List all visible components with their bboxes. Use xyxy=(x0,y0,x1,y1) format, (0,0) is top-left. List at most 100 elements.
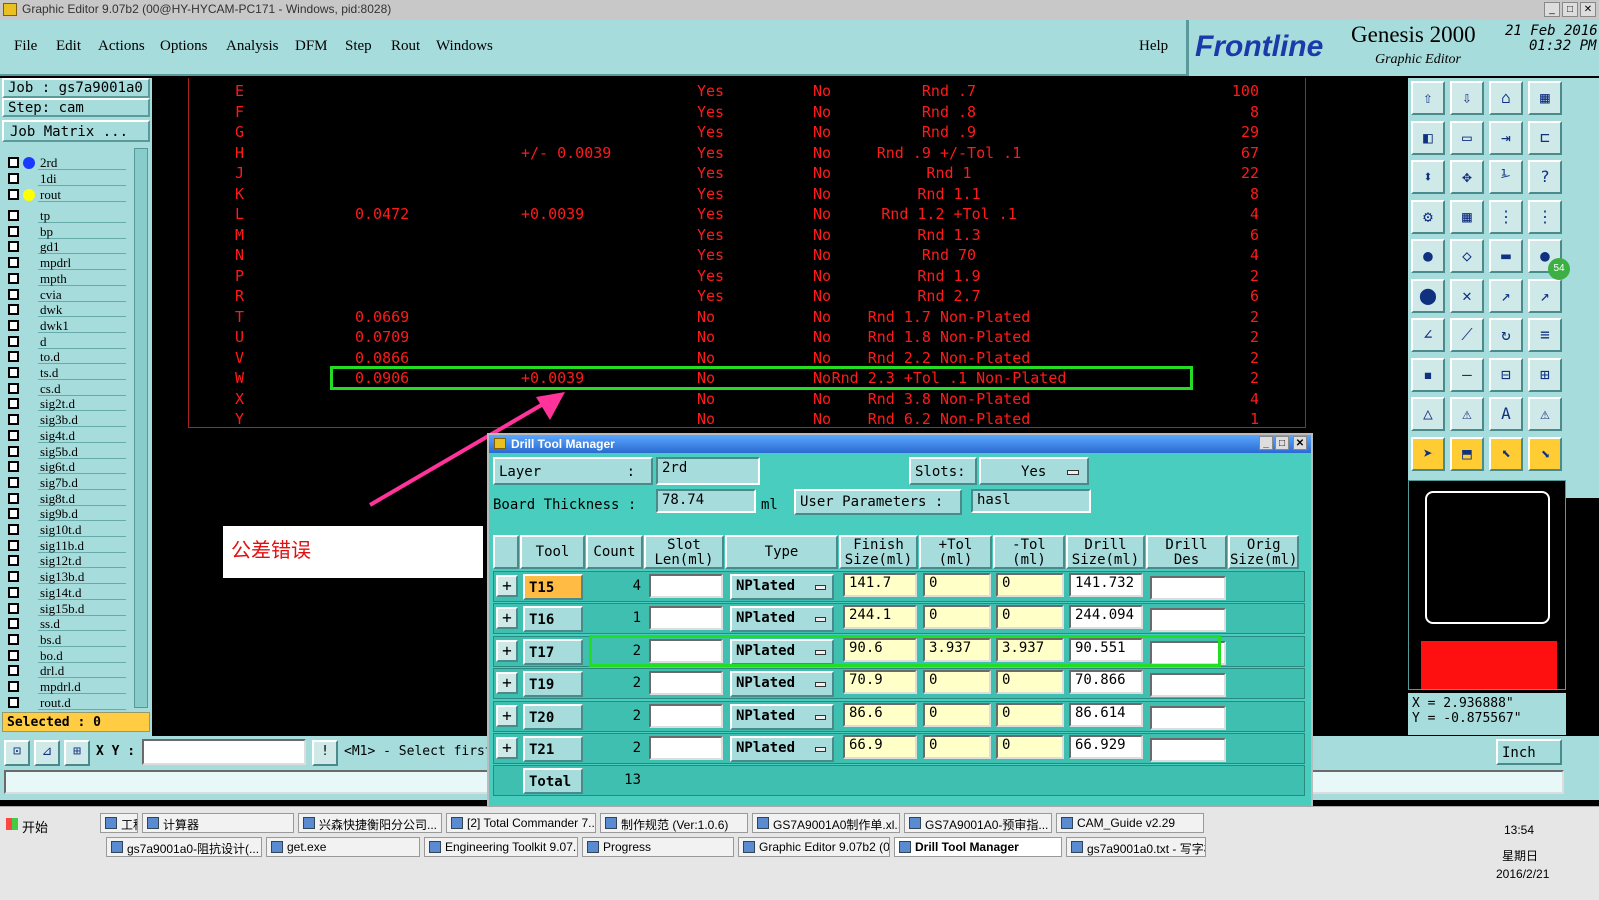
settings-icon[interactable]: ⚙ xyxy=(1411,199,1445,234)
layer-checkbox[interactable] xyxy=(8,633,19,645)
slot-len-input[interactable] xyxy=(649,703,723,728)
layer-checkbox[interactable] xyxy=(8,681,19,692)
taskbar-item[interactable]: [2] Total Commander 7.... xyxy=(446,813,596,833)
layer-row[interactable]: to.d xyxy=(6,349,126,365)
layer-checkbox[interactable] xyxy=(8,461,19,473)
taskbar-item[interactable]: 工程系统 版本: 1.1... xyxy=(100,813,138,833)
slots-select[interactable]: Yes xyxy=(979,457,1089,485)
layer-checkbox[interactable] xyxy=(8,351,19,363)
layer-row[interactable]: ts.d xyxy=(6,365,126,380)
route-icon[interactable]: ↗ xyxy=(1489,278,1523,313)
layer-compare-icon[interactable]: ⋮ xyxy=(1489,199,1523,234)
maximize-button[interactable]: □ xyxy=(1562,2,1578,17)
zoom-fit-icon[interactable]: ⊡ xyxy=(4,740,30,766)
menu-windows[interactable]: Windows xyxy=(436,38,493,55)
job-matrix-button[interactable]: Job Matrix ... xyxy=(2,120,150,142)
text-icon[interactable]: A xyxy=(1489,397,1523,431)
layer-row[interactable]: sig13b.d xyxy=(6,569,126,585)
layer-row[interactable]: sig6t.d xyxy=(6,459,126,475)
drc-icon[interactable]: ⚠ xyxy=(1450,397,1484,431)
menu-edit[interactable]: Edit xyxy=(56,38,81,55)
rotate-icon[interactable]: ↻ xyxy=(1489,318,1523,352)
layer-checkbox[interactable] xyxy=(8,335,19,347)
minimize-button[interactable]: _ xyxy=(1544,2,1560,17)
expand-row-button[interactable]: + xyxy=(496,639,518,662)
layer-checkbox[interactable] xyxy=(8,602,19,614)
board-thickness-input[interactable]: 78.74 xyxy=(656,489,756,513)
layer-row[interactable]: sig10t.d xyxy=(6,522,126,537)
layer-row[interactable]: dwk xyxy=(6,302,126,318)
slot-len-input[interactable] xyxy=(649,736,723,760)
type-select[interactable]: NPlated xyxy=(730,606,834,633)
layer-checkbox[interactable] xyxy=(8,304,19,316)
array-icon[interactable]: ⊞ xyxy=(1528,357,1562,392)
move-down-icon[interactable]: ⇩ xyxy=(1450,81,1484,115)
tool-name[interactable]: T19 xyxy=(523,671,583,698)
layer-row[interactable]: ss.d xyxy=(6,616,126,632)
layer-checkbox[interactable] xyxy=(8,367,19,378)
dialog-maximize-button[interactable]: □ xyxy=(1275,436,1289,450)
snap-icon[interactable]: ⊏ xyxy=(1528,120,1562,155)
taskbar-item[interactable]: Graphic Editor 9.07b2 (0... xyxy=(738,837,890,857)
layer-row[interactable]: dwk1 xyxy=(6,317,126,333)
drill-size-input[interactable]: 86.614 xyxy=(1069,702,1143,727)
pointer2-icon[interactable]: ⬊ xyxy=(1528,436,1562,471)
layer-row[interactable]: sig11b.d xyxy=(6,537,126,553)
layer-checkbox[interactable] xyxy=(8,618,19,630)
finish-size-input[interactable]: 86.6 xyxy=(843,702,917,727)
taskbar-item[interactable]: GS7A9001A0制作单.xl... xyxy=(752,813,900,833)
home-icon[interactable]: ⌂ xyxy=(1489,81,1523,115)
taskbar-item[interactable]: Drill Tool Manager xyxy=(894,837,1062,857)
layer-checkbox[interactable] xyxy=(8,210,19,221)
layer-checkbox[interactable] xyxy=(8,414,19,426)
pad-icon[interactable]: ● xyxy=(1411,239,1445,273)
layer-checkbox[interactable] xyxy=(8,288,19,300)
layout-preview[interactable] xyxy=(1408,480,1566,690)
drill-size-input[interactable]: 141.732 xyxy=(1069,573,1143,597)
plus-tol-input[interactable]: 0 xyxy=(923,573,991,597)
taskbar-item[interactable]: Progress xyxy=(582,837,734,857)
delete-icon[interactable]: ✕ xyxy=(1450,278,1484,313)
taskbar-item[interactable]: 计算器 xyxy=(142,813,294,833)
taskbar-item[interactable]: gs7a9001a0.txt - 写字板 xyxy=(1066,837,1206,857)
layer-checkbox[interactable] xyxy=(8,476,19,488)
type-select[interactable]: NPlated xyxy=(730,671,834,698)
expand-row-button[interactable]: + xyxy=(496,672,518,695)
plus-tol-input[interactable]: 0 xyxy=(923,605,991,630)
layer-checkbox[interactable] xyxy=(8,539,19,551)
layer-checkbox[interactable] xyxy=(8,649,19,661)
taskbar-item[interactable]: get.exe xyxy=(266,837,420,857)
layer-checkbox[interactable] xyxy=(8,492,19,504)
layer-checkbox[interactable] xyxy=(8,225,19,237)
layer-checkbox[interactable] xyxy=(8,445,19,457)
fit-vertical-icon[interactable]: ⬍ xyxy=(1411,160,1445,194)
finish-size-input[interactable]: 70.9 xyxy=(843,670,917,695)
tool-name[interactable]: T17 xyxy=(523,638,583,665)
layer-checkbox[interactable] xyxy=(8,524,19,535)
plus-tol-input[interactable]: 0 xyxy=(923,735,991,759)
layer-checkbox[interactable] xyxy=(8,696,19,708)
layer-row[interactable]: 1di xyxy=(6,171,126,186)
slot-len-input[interactable] xyxy=(649,671,723,696)
pan-icon[interactable]: ✥ xyxy=(1450,160,1484,194)
layer-checkbox[interactable] xyxy=(8,586,19,598)
minus-tol-input[interactable]: 0 xyxy=(996,573,1064,597)
app-icon[interactable] xyxy=(3,3,17,16)
taskbar-item[interactable]: GS7A9001A0-预审指... xyxy=(904,813,1052,833)
drill-des-input[interactable] xyxy=(1150,673,1226,698)
triangle-icon[interactable]: △ xyxy=(1411,397,1445,431)
alert-icon[interactable]: ! xyxy=(312,740,338,766)
menu-step[interactable]: Step xyxy=(345,38,372,55)
shape-icon[interactable]: ◇ xyxy=(1450,239,1484,273)
shift-left-icon[interactable]: ◧ xyxy=(1411,120,1445,155)
expand-row-button[interactable]: + xyxy=(496,737,518,759)
layer-row[interactable]: rout.d xyxy=(6,694,126,710)
finish-size-input[interactable]: 244.1 xyxy=(843,605,917,630)
xy-input[interactable] xyxy=(142,739,306,765)
layer-checkbox[interactable] xyxy=(8,272,19,284)
layer-scrollbar[interactable] xyxy=(134,148,148,708)
tool-name[interactable]: T15 xyxy=(523,574,583,600)
type-select[interactable]: NPlated xyxy=(730,703,834,730)
route2-icon[interactable]: ↗ xyxy=(1528,278,1562,313)
layer-checkbox[interactable] xyxy=(8,173,19,184)
